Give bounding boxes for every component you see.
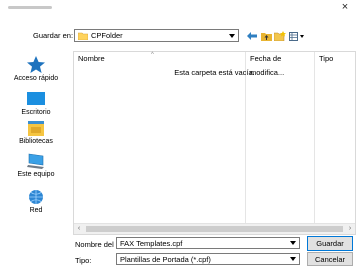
filename-combo[interactable]: FAX Templates.cpf: [116, 237, 300, 249]
place-libraries[interactable]: Bibliotecas: [1, 119, 71, 145]
place-label: Escritorio: [21, 109, 51, 116]
quick-access-star-icon: [26, 56, 46, 74]
save-button[interactable]: Guardar: [307, 236, 353, 251]
scrollbar-thumb[interactable]: [86, 226, 343, 232]
chevron-down-icon[interactable]: [287, 238, 299, 248]
desktop-icon: [26, 90, 46, 108]
place-label: Acceso rápido: [13, 75, 59, 82]
view-menu-icon[interactable]: [289, 30, 305, 42]
places-bar: Acceso rápido Escritorio Bibliotecas Est…: [1, 56, 71, 231]
folder-icon: [77, 32, 89, 41]
save-in-value: CPFolder: [91, 31, 123, 40]
this-pc-icon: [26, 152, 46, 170]
place-this-pc[interactable]: Este equipo: [1, 152, 71, 178]
scroll-right-icon[interactable]: ›: [345, 224, 355, 234]
cancel-button[interactable]: Cancelar: [307, 252, 353, 266]
libraries-icon: [26, 119, 46, 137]
network-icon: [26, 188, 46, 206]
back-icon[interactable]: [246, 30, 258, 42]
place-label: Red: [29, 207, 43, 214]
empty-folder-message: Esta carpeta está vacía.: [174, 68, 255, 77]
save-in-combo[interactable]: CPFolder: [74, 29, 239, 42]
place-desktop[interactable]: Escritorio: [1, 90, 71, 116]
close-button[interactable]: ×: [337, 0, 353, 14]
place-network[interactable]: Red: [1, 188, 71, 214]
place-label: Este equipo: [17, 171, 55, 178]
up-folder-icon[interactable]: [260, 30, 272, 42]
column-divider[interactable]: [245, 52, 246, 224]
filetype-value: Plantillas de Portada (*.cpf): [120, 255, 211, 264]
column-header-type[interactable]: Tipo: [315, 52, 355, 66]
file-list[interactable]: Nombre ^ Fecha de modifica... Tipo Esta …: [73, 51, 356, 235]
horizontal-scrollbar[interactable]: ‹ ›: [74, 223, 355, 234]
filename-input[interactable]: FAX Templates.cpf: [120, 239, 182, 248]
column-header-name[interactable]: Nombre: [74, 52, 245, 66]
filetype-label: Tipo:: [75, 256, 92, 265]
chevron-down-icon[interactable]: [226, 30, 238, 41]
filetype-select[interactable]: Plantillas de Portada (*.cpf): [116, 253, 300, 265]
filename-label: Nombre del: [75, 240, 114, 249]
sort-arrow-icon: ^: [151, 52, 154, 58]
column-divider[interactable]: [314, 52, 315, 224]
place-quick-access[interactable]: Acceso rápido: [1, 56, 71, 82]
chevron-down-icon[interactable]: [287, 254, 299, 264]
save-in-label: Guardar en:: [33, 31, 74, 40]
window-title: [8, 6, 52, 9]
scroll-left-icon[interactable]: ‹: [74, 224, 84, 234]
new-folder-icon[interactable]: [274, 30, 286, 42]
place-label: Bibliotecas: [19, 138, 53, 145]
column-header-date[interactable]: Fecha de modifica...: [246, 52, 314, 77]
